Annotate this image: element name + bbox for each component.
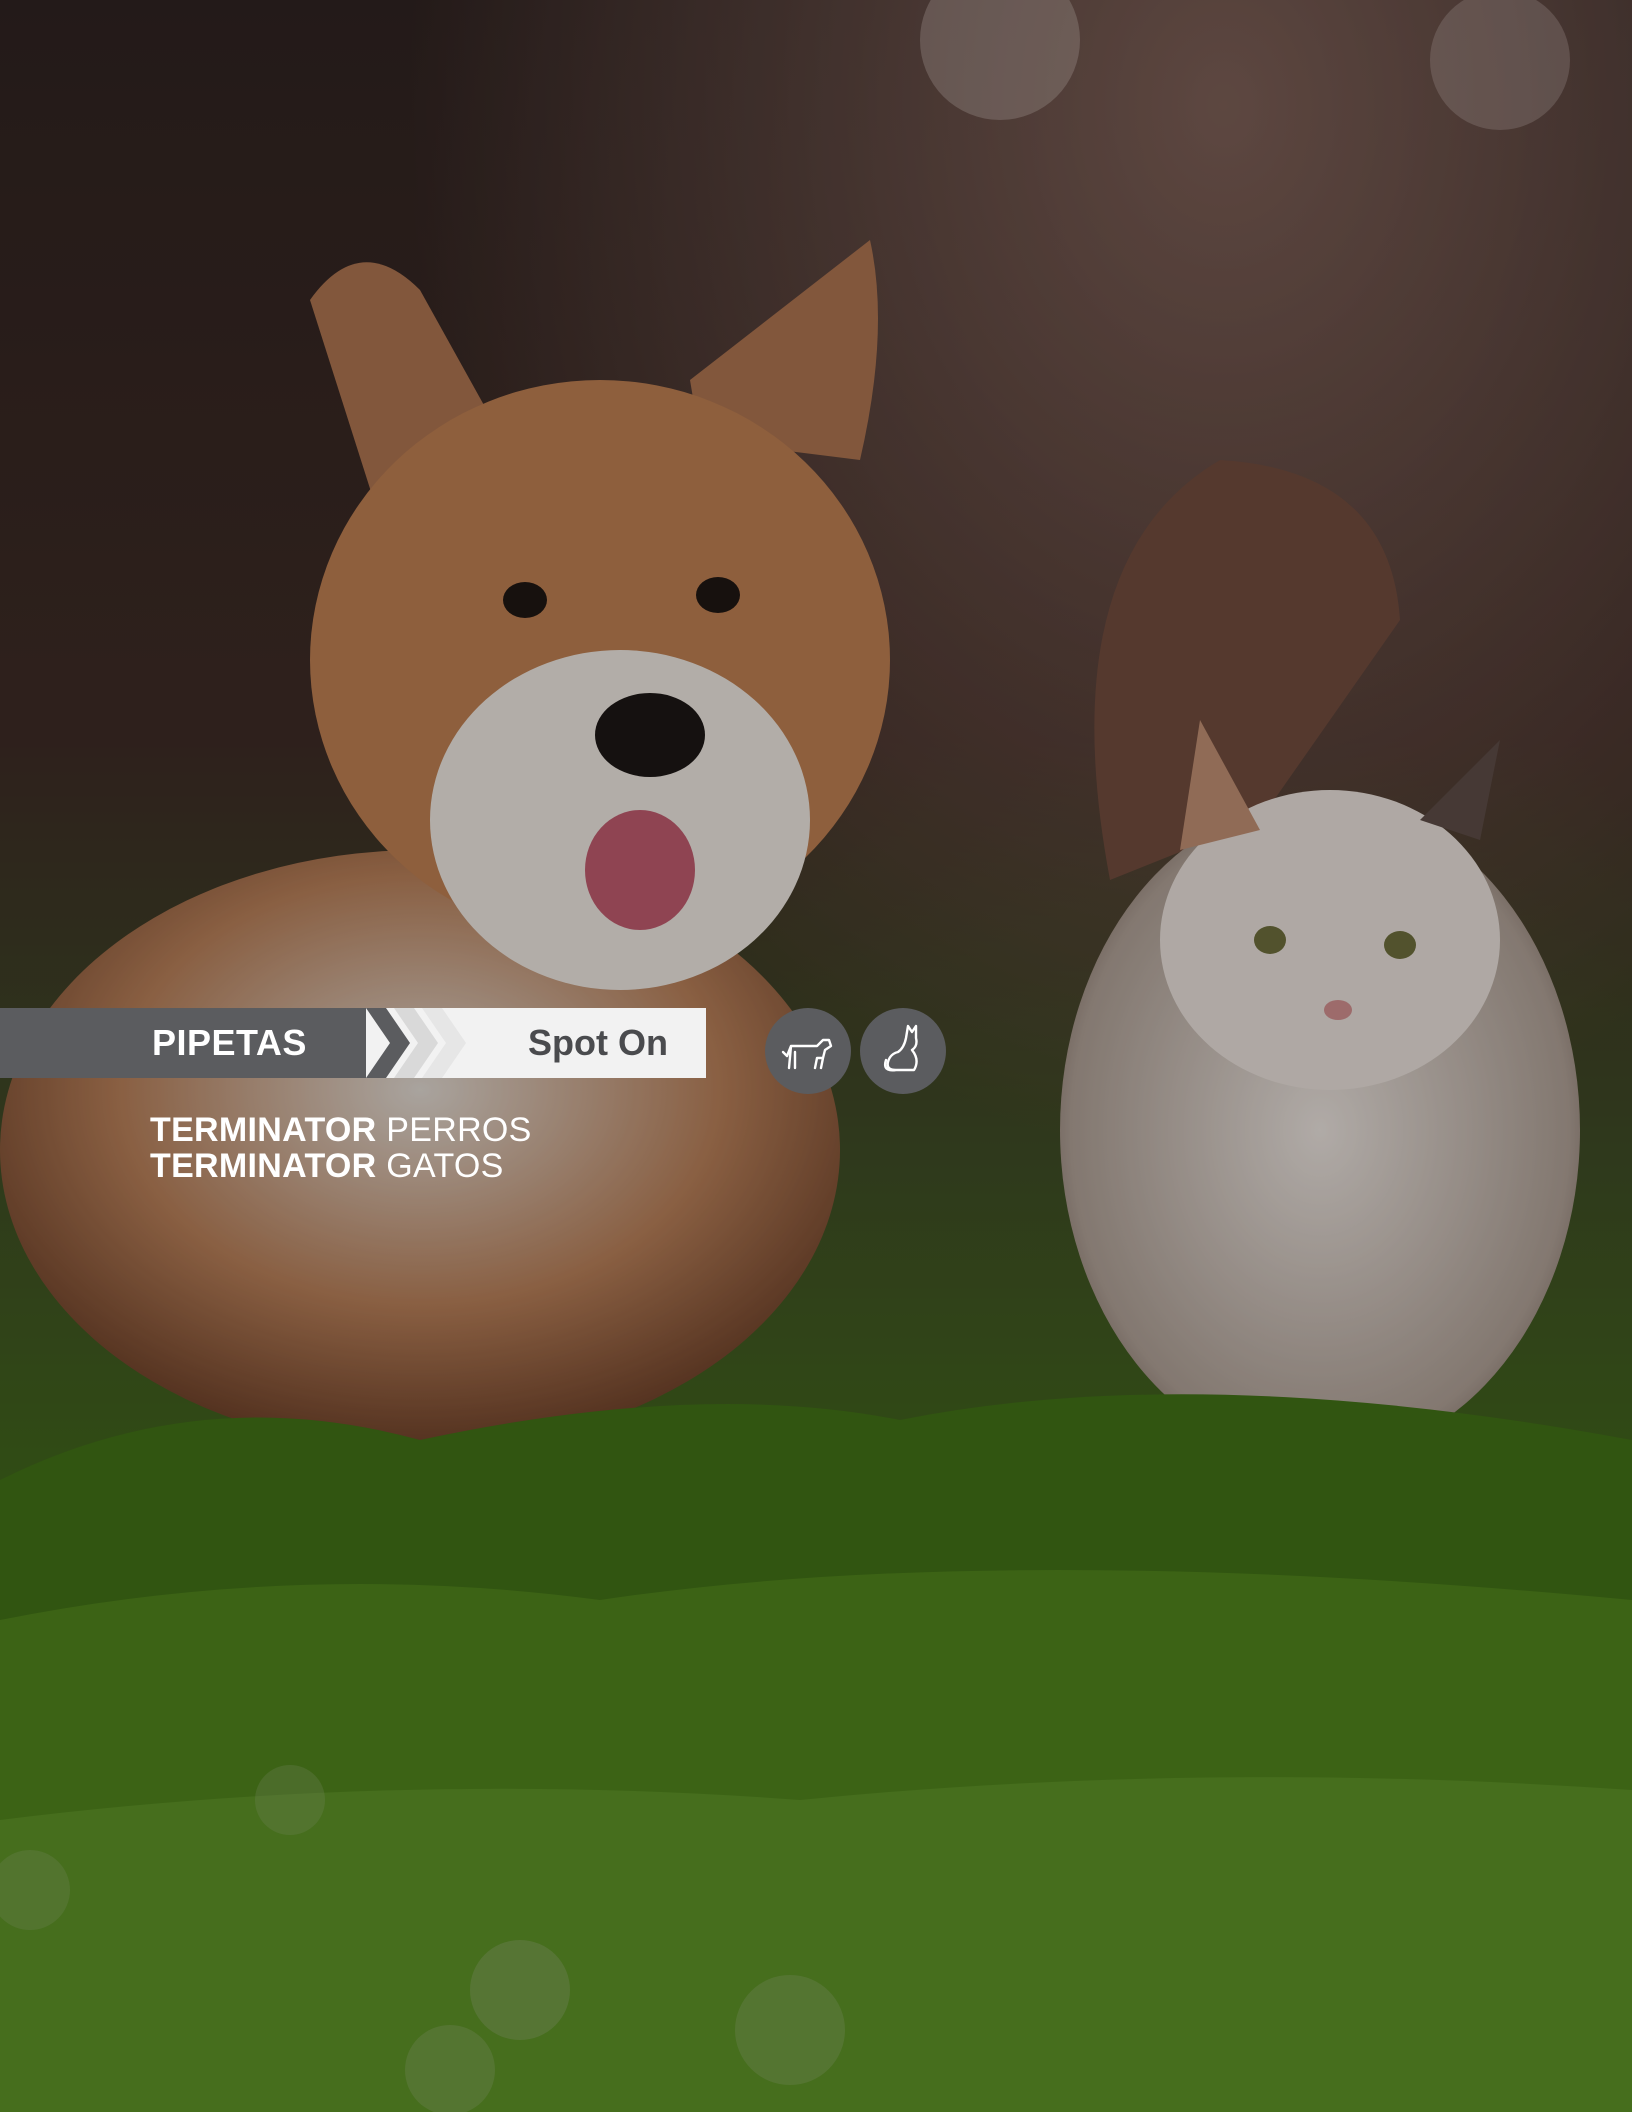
product-brand: TERMINATOR (150, 1111, 377, 1149)
chevrons-icon (366, 1008, 466, 1078)
product-variant: PERROS (386, 1111, 532, 1149)
cat-icon (860, 1008, 946, 1094)
type-label: Spot On (528, 1022, 668, 1063)
banner-category-block: PIPETAS (0, 1008, 386, 1078)
dog-icon (765, 1008, 851, 1094)
category-banner: PIPETAS Spot On (0, 1008, 706, 1078)
product-line: TERMINATOR PERROS (150, 1112, 532, 1148)
product-brand: TERMINATOR (150, 1147, 377, 1185)
category-label: PIPETAS (152, 1022, 307, 1063)
product-list: TERMINATOR PERROS TERMINATOR GATOS (150, 1112, 532, 1184)
product-variant: GATOS (386, 1147, 504, 1185)
product-line: TERMINATOR GATOS (150, 1148, 532, 1184)
